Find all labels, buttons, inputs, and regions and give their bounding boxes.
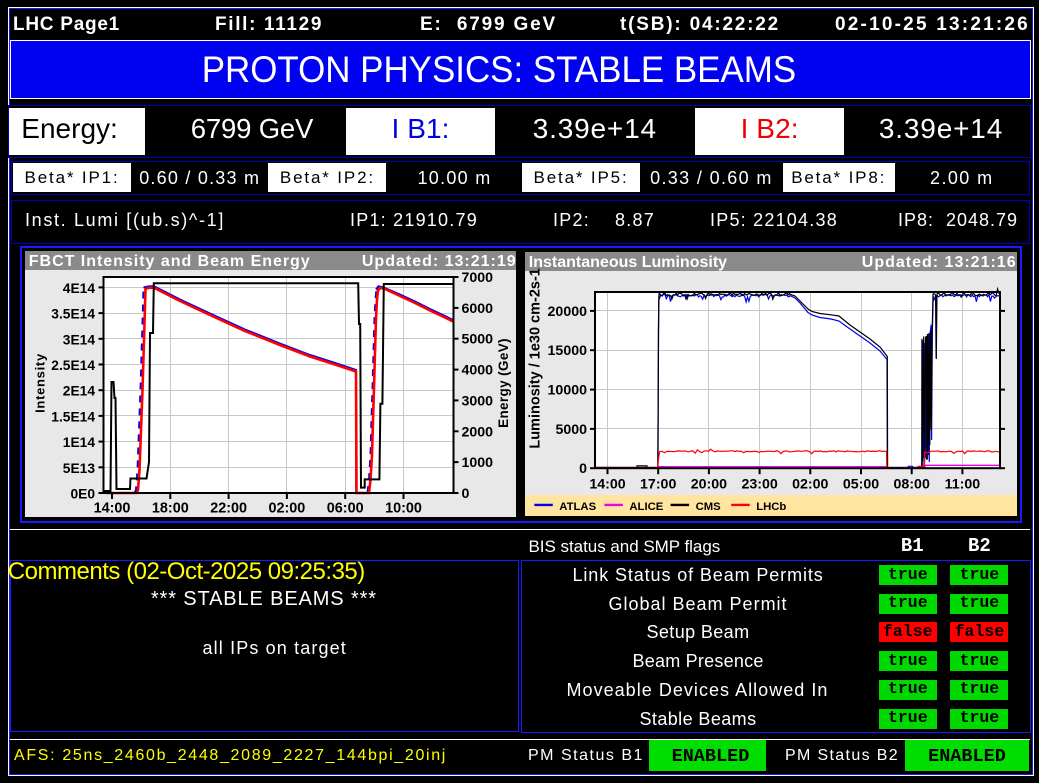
svg-text:23:00: 23:00 [741,477,777,493]
svg-text:2000: 2000 [462,424,494,440]
svg-text:2E14: 2E14 [63,384,96,399]
svg-text:2.5E14: 2.5E14 [51,358,95,373]
svg-text:1E14: 1E14 [63,435,96,450]
svg-text:11:00: 11:00 [945,477,981,493]
svg-text:3E14: 3E14 [63,332,96,347]
svg-text:4000: 4000 [462,363,494,379]
svg-text:ATLAS: ATLAS [559,501,596,513]
svg-text:5E13: 5E13 [63,461,96,476]
svg-text:0: 0 [579,461,587,477]
svg-text:22:00: 22:00 [210,501,247,517]
svg-text:20000: 20000 [548,304,588,320]
svg-text:02:00: 02:00 [792,477,828,493]
svg-text:10000: 10000 [548,383,588,399]
svg-text:1.5E14: 1.5E14 [51,409,95,424]
svg-text:17:00: 17:00 [640,477,676,493]
svg-text:08:00: 08:00 [894,477,930,493]
svg-text:CMS: CMS [696,501,722,513]
svg-text:Updated: 13:21:16: Updated: 13:21:16 [862,254,1017,271]
svg-text:Instantaneous Luminosity: Instantaneous Luminosity [529,254,727,271]
svg-text:0: 0 [462,486,470,502]
svg-text:5000: 5000 [555,422,587,438]
svg-text:15000: 15000 [548,343,588,359]
svg-text:4E14: 4E14 [63,281,96,296]
svg-text:7000: 7000 [462,270,494,286]
svg-text:18:00: 18:00 [152,501,189,517]
svg-text:20:00: 20:00 [691,477,727,493]
svg-text:05:00: 05:00 [843,477,879,493]
svg-text:ALICE: ALICE [629,501,663,513]
svg-text:3.5E14: 3.5E14 [51,307,95,322]
svg-text:10:00: 10:00 [385,501,422,517]
svg-text:1000: 1000 [462,455,494,471]
svg-text:Energy (GeV): Energy (GeV) [496,338,511,428]
svg-text:14:00: 14:00 [94,501,131,517]
svg-text:Intensity: Intensity [33,353,48,413]
svg-text:Updated: 13:21:19: Updated: 13:21:19 [362,253,516,270]
svg-text:Luminosity / 1e30 cm-2s-1: Luminosity / 1e30 cm-2s-1 [527,268,543,449]
svg-text:02:00: 02:00 [268,501,305,517]
svg-text:LHCb: LHCb [756,501,786,513]
svg-text:5000: 5000 [462,332,494,348]
svg-text:3000: 3000 [462,393,494,409]
svg-text:14:00: 14:00 [589,477,625,493]
svg-text:06:00: 06:00 [327,501,364,517]
svg-text:FBCT Intensity and Beam Energy: FBCT Intensity and Beam Energy [29,253,311,270]
svg-text:0E0: 0E0 [70,487,95,502]
svg-text:6000: 6000 [462,301,494,317]
